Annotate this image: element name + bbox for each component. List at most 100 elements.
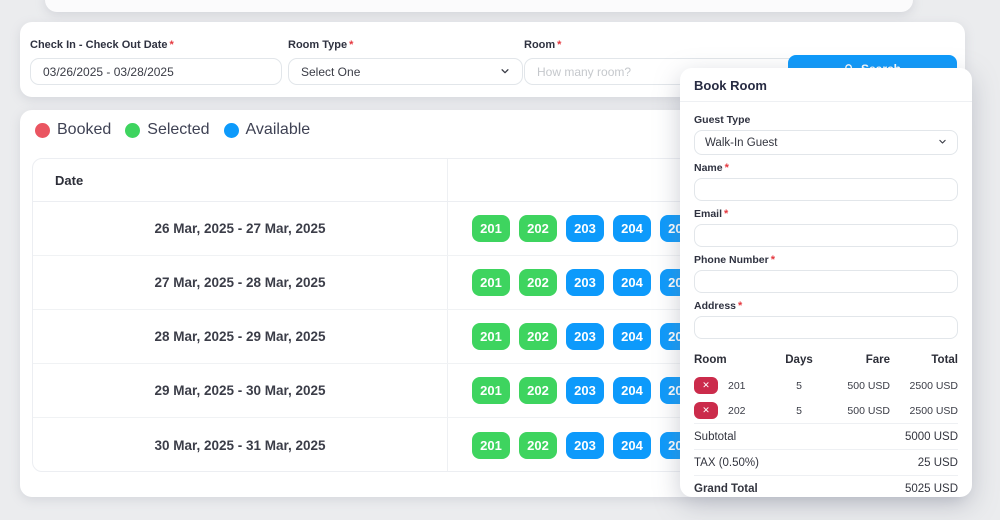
date-cell: 26 Mar, 2025 - 27 Mar, 2025 xyxy=(33,202,448,255)
room-chip-201[interactable]: 201 xyxy=(472,377,510,404)
summary-room-cell: ✕ 202 xyxy=(694,402,774,419)
summary-item-row: ✕ 201 5500 USD2500 USD xyxy=(694,373,958,398)
summary-fare-cell: 500 USD xyxy=(824,380,890,392)
guest-type-select[interactable]: Walk-In Guest xyxy=(694,130,958,155)
summary-header-room: Room xyxy=(694,354,774,366)
room-chip-204[interactable]: 204 xyxy=(613,269,651,296)
date-cell: 29 Mar, 2025 - 30 Mar, 2025 xyxy=(33,364,448,417)
legend-label: Available xyxy=(246,121,311,139)
name-label: Name* xyxy=(694,162,958,174)
top-navbar-edge xyxy=(45,0,913,12)
summary-totals: Subtotal 5000 USD TAX (0.50%) 25 USD Grand T… xyxy=(694,423,958,501)
summary-item-row: ✕ 202 5500 USD2500 USD xyxy=(694,398,958,423)
room-chip-202[interactable]: 202 xyxy=(519,215,557,242)
room-chip-204[interactable]: 204 xyxy=(613,215,651,242)
room-chip-203[interactable]: 203 xyxy=(566,323,604,350)
room-chip-204[interactable]: 204 xyxy=(613,323,651,350)
name-label-text: Name xyxy=(694,162,723,174)
summary-line-value: 25 USD xyxy=(918,457,958,469)
room-chip-203[interactable]: 203 xyxy=(566,215,604,242)
checkin-checkout-field-group: Check In - Check Out Date* xyxy=(30,35,282,85)
summary-items: ✕2015500 USD2500 USD✕2025500 USD2500 USD xyxy=(694,373,958,423)
legend-label: Booked xyxy=(57,121,111,139)
available-dot xyxy=(224,123,239,138)
required-asterisk: * xyxy=(557,39,561,51)
required-asterisk: * xyxy=(349,39,353,51)
phone-number-label-text: Phone Number xyxy=(694,254,769,266)
summary-header-total: Total xyxy=(890,354,958,366)
room-type-selected-value: Select One xyxy=(301,65,360,79)
room-type-label: Room Type xyxy=(288,39,347,51)
remove-room-201-button[interactable]: ✕ xyxy=(694,377,718,394)
required-asterisk: * xyxy=(738,300,742,312)
book-room-body: Guest Type Walk-In Guest Name*Email*Phon… xyxy=(680,102,972,509)
remove-room-202-button[interactable]: ✕ xyxy=(694,402,718,419)
room-chip-201[interactable]: 201 xyxy=(472,323,510,350)
summary-fare-cell: 500 USD xyxy=(824,405,890,417)
legend-item-booked: Booked xyxy=(35,121,111,139)
name-field[interactable] xyxy=(694,178,958,201)
summary-days-cell: 5 xyxy=(774,380,824,392)
date-cell: 28 Mar, 2025 - 29 Mar, 2025 xyxy=(33,310,448,363)
summary-line-subtotal: Subtotal 5000 USD xyxy=(694,423,958,449)
email-label: Email* xyxy=(694,208,958,220)
summary-header-days: Days xyxy=(774,354,824,366)
address-label: Address* xyxy=(694,300,958,312)
summary-line-label: Grand Total xyxy=(694,483,758,495)
summary-total-cell: 2500 USD xyxy=(890,380,958,392)
selected-dot xyxy=(125,123,140,138)
room-chip-202[interactable]: 202 xyxy=(519,377,557,404)
summary-room-number: 201 xyxy=(728,380,746,392)
room-chip-203[interactable]: 203 xyxy=(566,377,604,404)
checkin-checkout-label: Check In - Check Out Date xyxy=(30,39,168,51)
date-cell: 30 Mar, 2025 - 31 Mar, 2025 xyxy=(33,418,448,472)
legend: Booked Selected Available xyxy=(35,121,310,139)
summary-line-label: TAX (0.50%) xyxy=(694,457,759,469)
room-chip-204[interactable]: 204 xyxy=(613,432,651,459)
room-chip-201[interactable]: 201 xyxy=(472,215,510,242)
address-label-text: Address xyxy=(694,300,736,312)
room-type-field-group: Room Type* Select One xyxy=(288,35,523,85)
book-room-title: Book Room xyxy=(680,68,972,102)
email-label-text: Email xyxy=(694,208,722,220)
guest-type-label: Guest Type xyxy=(694,114,958,126)
room-chip-201[interactable]: 201 xyxy=(472,432,510,459)
room-count-label: Room xyxy=(524,39,555,51)
summary-line-value: 5025 USD xyxy=(905,483,958,495)
legend-label: Selected xyxy=(147,121,209,139)
required-asterisk: * xyxy=(724,208,728,220)
room-chip-203[interactable]: 203 xyxy=(566,269,604,296)
room-chip-202[interactable]: 202 xyxy=(519,269,557,296)
close-icon: ✕ xyxy=(702,381,710,390)
summary-line-value: 5000 USD xyxy=(905,431,958,443)
required-asterisk: * xyxy=(170,39,174,51)
summary-line-tax: TAX (0.50%) 25 USD xyxy=(694,449,958,475)
required-asterisk: * xyxy=(725,162,729,174)
legend-item-selected: Selected xyxy=(125,121,209,139)
summary-room-number: 202 xyxy=(728,405,746,417)
guest-type-selected-value: Walk-In Guest xyxy=(705,137,777,149)
legend-item-available: Available xyxy=(224,121,311,139)
room-chip-204[interactable]: 204 xyxy=(613,377,651,404)
room-chip-203[interactable]: 203 xyxy=(566,432,604,459)
summary-line-grand-total: Grand Total 5025 USD xyxy=(694,475,958,501)
date-column-header: Date xyxy=(33,159,448,201)
summary-total-cell: 2500 USD xyxy=(890,405,958,417)
email-field[interactable] xyxy=(694,224,958,247)
room-chip-202[interactable]: 202 xyxy=(519,323,557,350)
room-chip-201[interactable]: 201 xyxy=(472,269,510,296)
booked-dot xyxy=(35,123,50,138)
room-chip-202[interactable]: 202 xyxy=(519,432,557,459)
checkin-checkout-input[interactable] xyxy=(30,58,282,85)
chevron-down-icon xyxy=(938,137,947,149)
summary-line-label: Subtotal xyxy=(694,431,736,443)
address-field[interactable] xyxy=(694,316,958,339)
booking-summary: Room Days Fare Total ✕2015500 USD2500 US… xyxy=(694,349,958,501)
book-room-panel: Book Room Guest Type Walk-In Guest Name*… xyxy=(680,68,972,497)
summary-days-cell: 5 xyxy=(774,405,824,417)
summary-room-cell: ✕ 201 xyxy=(694,377,774,394)
phone-number-label: Phone Number* xyxy=(694,254,958,266)
required-asterisk: * xyxy=(771,254,775,266)
phone-number-field[interactable] xyxy=(694,270,958,293)
room-type-select[interactable]: Select One xyxy=(288,58,523,85)
